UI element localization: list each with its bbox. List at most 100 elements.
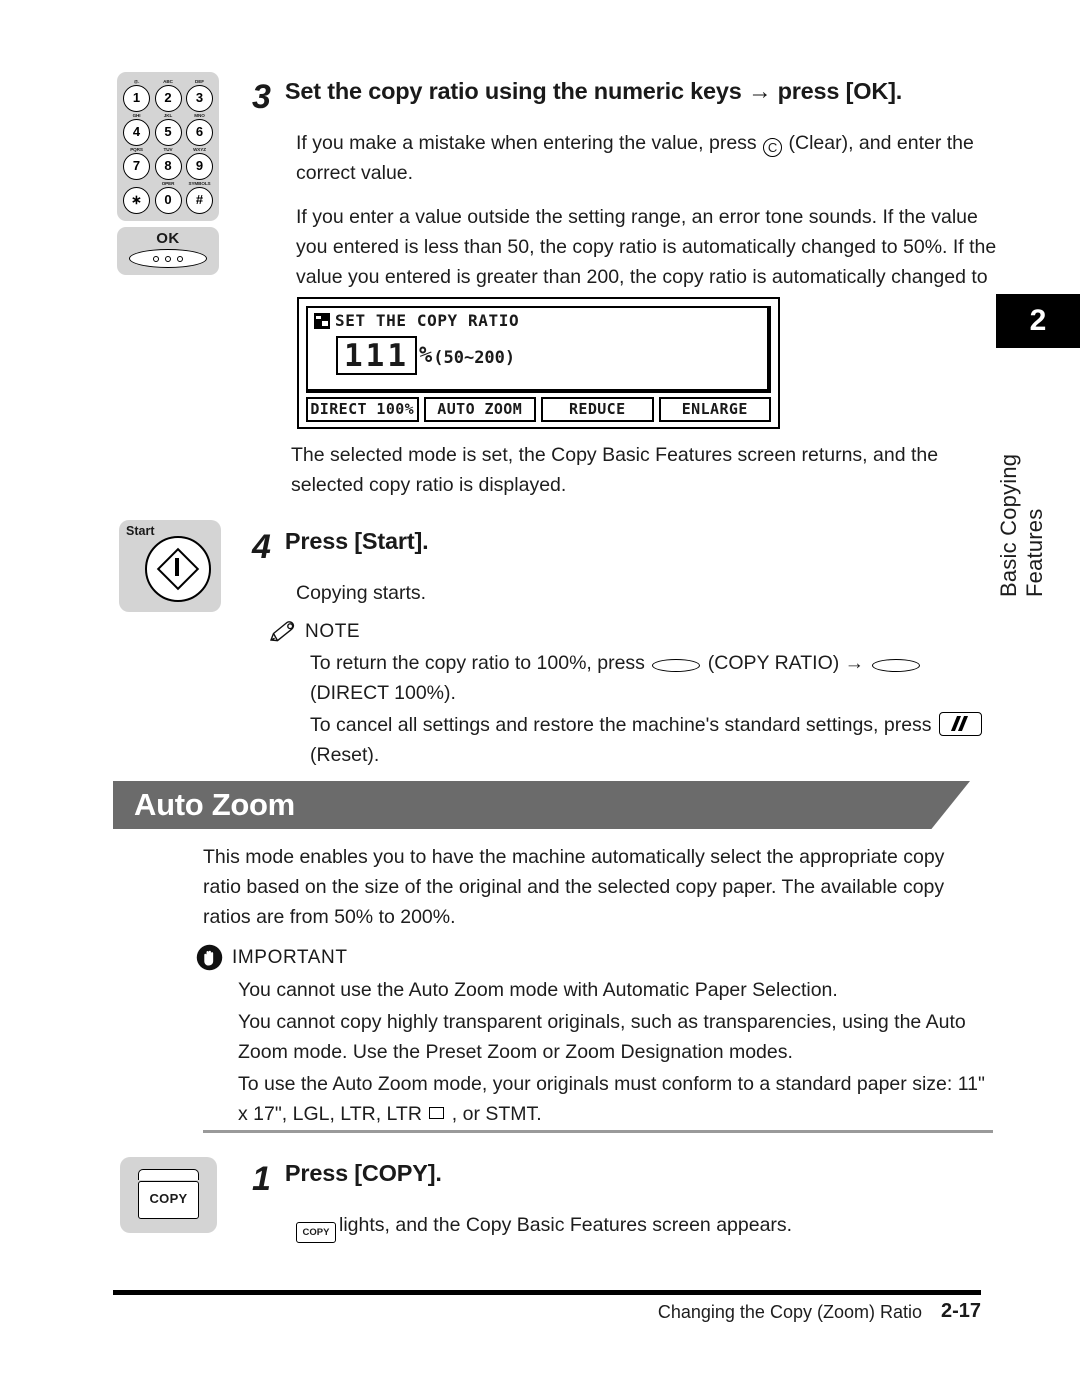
keypad-key-sublabel: OPER (161, 181, 175, 186)
keypad-key-digit: 7 (123, 153, 150, 180)
step-3-heading-row: 3 Set the copy ratio using the numeric k… (252, 78, 997, 114)
keypad-row: @. 1 ABC 2 DEF 3 (122, 79, 214, 112)
keypad-key-digit: ∗ (123, 187, 150, 214)
step-4-number: 4 (252, 528, 271, 566)
note-callout: NOTE To return the copy ratio to 100%, p… (268, 620, 998, 770)
keypad-plate: @. 1 ABC 2 DEF 3 GHI 4 JKL 5 MNO 6 PQRS … (117, 72, 219, 221)
chapter-side-tab: 2 Basic Copying Features (996, 294, 1080, 597)
note-line1-part-a: To return the copy ratio to 100%, press (310, 652, 645, 674)
keypad-key-digit: 3 (186, 85, 213, 112)
footer-rule (113, 1290, 981, 1295)
copy-key-shape: COPY (138, 1169, 199, 1221)
lcd-title: SET THE COPY RATIO (335, 311, 520, 330)
keypad-key-digit: # (186, 187, 213, 214)
step-1-body-text: lights, and the Copy Basic Features scre… (339, 1214, 793, 1236)
note-line-1: To return the copy ratio to 100%, press … (310, 648, 998, 708)
keypad-key-4: GHI 4 (122, 113, 151, 146)
keypad-key-sublabel: TUV (163, 147, 173, 152)
keypad-key-digit: 4 (123, 119, 150, 146)
note-title: NOTE (305, 621, 361, 642)
start-bar-icon (175, 558, 179, 576)
keypad-key-3: DEF 3 (185, 79, 214, 112)
lcd-mode-icon (314, 313, 330, 329)
auto-zoom-section-banner: Auto Zoom (113, 781, 970, 829)
note-heading-row: NOTE (268, 620, 998, 644)
ok-key-dot (177, 255, 183, 262)
copy-key-top-cap (138, 1169, 199, 1180)
lcd-softkey-reduce[interactable]: REDUCE (541, 397, 654, 422)
lcd-screen: SET THE COPY RATIO 111 % (50~200) (306, 306, 771, 393)
keypad-key-sublabel: MNO (194, 113, 205, 118)
chapter-label: Basic Copying Features (996, 453, 1047, 597)
keypad-key-5: JKL 5 (154, 113, 183, 146)
ok-key-dot (165, 255, 171, 262)
ok-key-dot (153, 255, 159, 262)
important-line3-part-b: , or STMT. (451, 1103, 542, 1125)
f1-key-icon: F1 (652, 652, 701, 672)
note-line2-part-a: To cancel all settings and restore the m… (310, 714, 932, 736)
important-line-2: You cannot copy highly transparent origi… (238, 1011, 966, 1063)
footer-page-number: 2-17 (940, 1300, 981, 1322)
keypad-key-digit: 0 (154, 187, 182, 214)
keypad-key-sublabel: JKL (163, 113, 173, 118)
keypad-key-asterisk: ∗ (122, 181, 151, 214)
lcd-softkey-direct-100[interactable]: DIRECT 100% (306, 397, 419, 422)
lcd-display-illustration: SET THE COPY RATIO 111 % (50~200) DIRECT… (297, 297, 780, 429)
keypad-key-digit: 9 (186, 153, 213, 180)
important-body: You cannot use the Auto Zoom mode with A… (238, 975, 996, 1129)
pencil-icon (270, 621, 295, 642)
important-line3-part-a: To use the Auto Zoom mode, your original… (238, 1073, 985, 1125)
step-1-number: 1 (252, 1160, 271, 1198)
step-4-heading: Press [Start]. (284, 528, 429, 554)
ok-key-lens (129, 249, 207, 268)
note-line1-part-b: (COPY RATIO) (707, 652, 840, 674)
lcd-value-row: 111 % (50~200) (336, 336, 767, 375)
note-line1-part-c: (DIRECT 100%). (310, 682, 456, 704)
step-3-paragraph-1: If you make a mistake when entering the … (296, 128, 997, 188)
footer-chapter-title: Changing the Copy (Zoom) Ratio (657, 1302, 922, 1322)
lcd-softkey-auto-zoom[interactable]: AUTO ZOOM (423, 397, 536, 422)
lcd-softkey-enlarge[interactable]: ENLARGE (658, 397, 771, 422)
f1-key-lens (871, 659, 920, 672)
lcd-percent-sign: % (419, 342, 433, 368)
keypad-key-digit: 8 (154, 153, 182, 180)
reset-key-icon (938, 712, 982, 736)
step-3-number: 3 (252, 78, 271, 116)
keypad-key-7: PQRS 7 (122, 147, 151, 180)
post-lcd-description: The selected mode is set, the Copy Basic… (291, 444, 939, 496)
ok-key-label: OK (156, 230, 180, 247)
step-1-block: 1 Press [COPY]. COPY lights, and the Copy… (252, 1160, 952, 1243)
step-4-block: 4 Press [Start]. Copying starts. (252, 528, 952, 608)
note-line-2: To cancel all settings and restore the m… (310, 710, 998, 770)
keypad-key-sublabel: SYMBOLS (188, 181, 211, 186)
important-line-3: To use the Auto Zoom mode, your original… (238, 1069, 996, 1129)
step-3-para1-part-a: If you make a mistake when entering the … (296, 132, 757, 154)
chapter-number: 2 (1029, 304, 1047, 337)
keypad-key-6: MNO 6 (185, 113, 214, 146)
keypad-key-digit: 5 (154, 119, 182, 146)
keypad-key-digit: 6 (186, 119, 213, 146)
chapter-number-box: 2 (996, 294, 1080, 348)
step-4-heading-row: 4 Press [Start]. (252, 528, 952, 564)
keypad-key-8: TUV 8 (154, 147, 183, 180)
start-key-graphic: Start (119, 520, 221, 612)
keypad-key-sublabel: GHI (132, 113, 141, 118)
important-line-1: You cannot use the Auto Zoom mode with A… (238, 979, 838, 1001)
keypad-key-sublabel: ABC (163, 79, 173, 84)
keypad-key-sublabel: @. (133, 79, 140, 84)
note-arrow: → (844, 652, 865, 674)
start-key-circle (145, 536, 211, 602)
important-heading-row: IMPORTANT (196, 944, 996, 971)
keypad-key-digit: 2 (154, 85, 182, 112)
step-1-heading-row: 1 Press [COPY]. (252, 1160, 952, 1196)
start-key-label: Start (126, 524, 155, 538)
step-4-body: Copying starts. (296, 582, 427, 604)
keypad-key-2: ABC 2 (154, 79, 183, 112)
keypad-row: PQRS 7 TUV 8 WXYZ 9 (122, 147, 214, 180)
keypad-key-sublabel: WXYZ (193, 147, 206, 152)
keypad-row: GHI 4 JKL 5 MNO 6 (122, 113, 214, 146)
keypad-key-hash: SYMBOLS # (185, 181, 214, 214)
keypad-key-1: @. 1 (122, 79, 151, 112)
copy-key-label: COPY (138, 1181, 199, 1219)
lcd-range-hint: (50~200) (433, 347, 516, 368)
